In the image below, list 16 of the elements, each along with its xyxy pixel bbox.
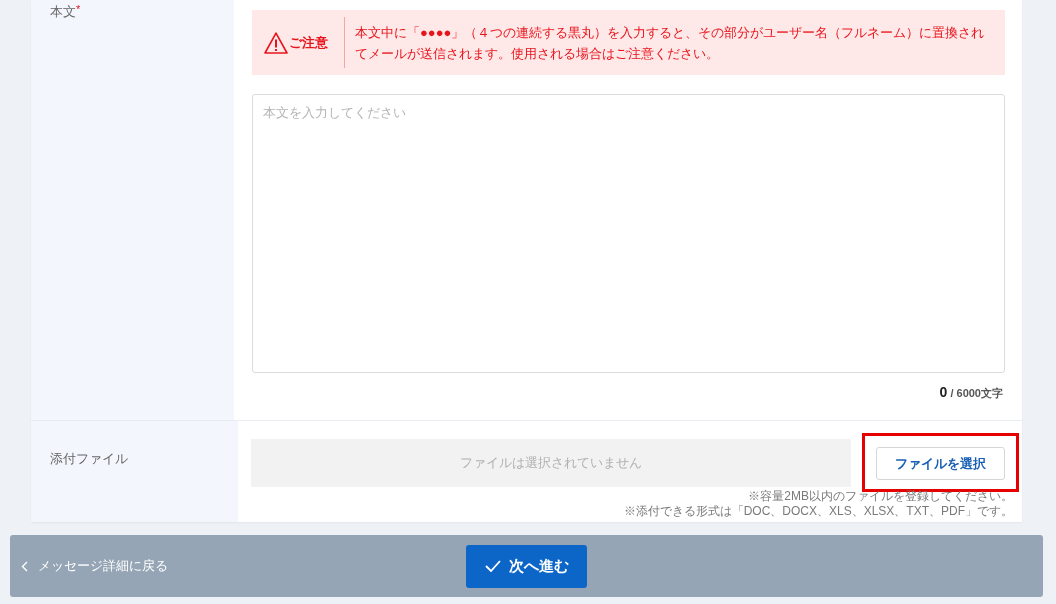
notice-title: ご注意 — [289, 33, 328, 52]
required-mark: * — [76, 3, 81, 15]
file-name-field: ファイルは選択されていません — [251, 439, 851, 487]
field-label: 添付ファイル — [50, 451, 128, 466]
character-count: 0 — [939, 383, 948, 402]
chevron-left-icon — [21, 560, 28, 572]
field-label: 本文 — [50, 3, 76, 20]
warning-icon — [264, 31, 288, 54]
note-text: ※容量2MB以内のファイルを登録してください。 — [748, 489, 1013, 504]
choose-file-button[interactable]: ファイルを選択 — [876, 447, 1005, 480]
body-textarea[interactable]: 本文を入力してください — [252, 94, 1005, 373]
check-icon — [484, 560, 501, 572]
note-text: ※添付できる形式は「DOC、DOCX、XLS、XLSX、TXT、PDF」です。 — [623, 504, 1013, 519]
character-limit: / 6000文字 — [950, 386, 1003, 401]
next-button[interactable]: 次へ進む — [466, 544, 587, 588]
notice-text: 本文中に「●●●●」（４つの連続する黒丸）を入力すると、その部分がユーザー名（フルネーム）に置換されてメールが送信されます。使用される場合はご注意ください。 — [354, 23, 986, 63]
